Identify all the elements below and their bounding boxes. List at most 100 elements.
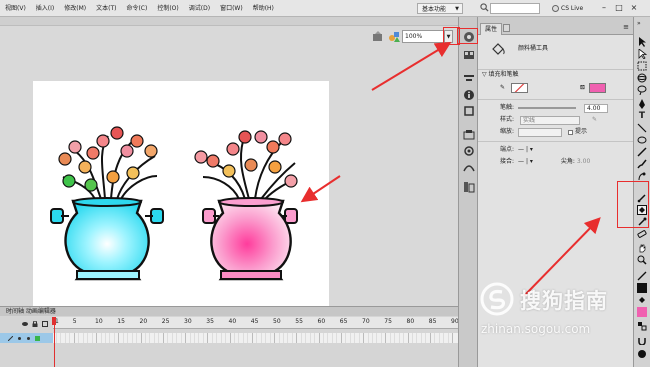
swap-colors-icon[interactable] — [637, 321, 647, 331]
frame-cell[interactable] — [118, 333, 120, 343]
stroke-color-icon[interactable] — [637, 271, 647, 281]
frame-cell[interactable] — [251, 333, 253, 343]
tab-library[interactable] — [503, 24, 510, 32]
cs-live-button[interactable]: CS Live — [552, 3, 583, 14]
frame-cell[interactable] — [452, 333, 454, 343]
search-icon[interactable] — [480, 3, 489, 12]
frame-cell[interactable] — [434, 333, 436, 343]
frame-cell[interactable] — [216, 333, 218, 343]
frame-cell[interactable] — [380, 333, 382, 343]
frame-cell[interactable] — [260, 333, 262, 343]
frame-cell[interactable] — [189, 333, 191, 343]
frame-cell[interactable] — [358, 333, 360, 343]
frame-cell[interactable] — [87, 333, 89, 343]
frame-cell[interactable] — [327, 333, 329, 343]
frame-cell[interactable] — [438, 333, 440, 343]
edit-style-icon[interactable]: ✎ — [592, 115, 597, 125]
stroke-color-swatch[interactable] — [637, 283, 647, 293]
frame-cell[interactable] — [171, 333, 173, 343]
behaviors-icon[interactable] — [463, 145, 475, 157]
frame-cell[interactable] — [207, 333, 209, 343]
collapse-tools-icon[interactable]: » — [637, 20, 641, 27]
menu-item[interactable]: 文本(T) — [91, 0, 121, 17]
frame-cell[interactable] — [265, 333, 267, 343]
frame-cells[interactable] — [56, 333, 458, 343]
miter-value[interactable]: 3.00 — [577, 157, 590, 167]
frame-cell[interactable] — [412, 333, 413, 343]
frame-cell[interactable] — [376, 333, 378, 343]
frame-cell[interactable] — [336, 333, 338, 343]
frame-cell[interactable] — [145, 333, 146, 343]
frame-cell[interactable] — [345, 333, 347, 343]
frame-cell[interactable] — [131, 333, 133, 343]
pen-tool-icon[interactable] — [637, 99, 647, 109]
frame-cell[interactable] — [104, 333, 106, 343]
frame-cell[interactable] — [202, 333, 204, 343]
join-dropdown[interactable]: — | ▾ — [518, 157, 533, 167]
frame-cell[interactable] — [256, 333, 258, 343]
frame-cell[interactable] — [193, 333, 195, 343]
lasso-tool-icon[interactable] — [637, 85, 647, 95]
frame-cell[interactable] — [140, 333, 142, 343]
frame-cell[interactable] — [229, 333, 231, 343]
selection-tool-icon[interactable] — [637, 37, 647, 47]
frame-cell[interactable] — [385, 333, 387, 343]
stroke-width-slider[interactable] — [518, 107, 577, 109]
frame-cell[interactable] — [185, 333, 187, 343]
menu-item[interactable]: 控制(O) — [152, 0, 183, 17]
frame-cell[interactable] — [363, 333, 365, 343]
maximize-button[interactable]: □ — [613, 2, 625, 14]
style-dropdown[interactable]: 实线 — [520, 115, 581, 125]
fill-color-swatch[interactable] — [588, 83, 606, 93]
frame-cell[interactable] — [425, 333, 427, 343]
frame-cell[interactable] — [314, 333, 316, 343]
fill-color-icon[interactable] — [637, 295, 647, 305]
menu-item[interactable]: 插入(I) — [31, 0, 59, 17]
search-input[interactable] — [490, 3, 540, 14]
playhead[interactable] — [52, 317, 56, 367]
frame-cell[interactable] — [82, 333, 84, 343]
paint-bucket-tool-icon[interactable] — [637, 205, 647, 215]
frame-cell[interactable] — [274, 333, 276, 343]
transform-icon[interactable] — [463, 105, 475, 117]
edit-symbol-icon[interactable] — [388, 31, 400, 43]
frame-cell[interactable] — [180, 333, 182, 343]
frame-cell[interactable] — [127, 333, 129, 343]
zoom-dropdown-button[interactable]: ▼ — [444, 30, 453, 43]
frame-cell[interactable] — [389, 333, 391, 343]
frame-cell[interactable] — [96, 333, 98, 343]
frame-cell[interactable] — [100, 333, 102, 343]
frame-cell[interactable] — [69, 333, 71, 343]
frame-cell[interactable] — [354, 333, 356, 343]
rectangle-tool-icon[interactable] — [637, 135, 647, 145]
frame-cell[interactable] — [162, 333, 164, 343]
components-icon[interactable] — [463, 129, 475, 141]
frame-cell[interactable] — [394, 333, 396, 343]
frame-cell[interactable] — [211, 333, 213, 343]
eyedropper-tool-icon[interactable] — [637, 217, 647, 227]
swatches-icon[interactable] — [463, 49, 475, 61]
cap-dropdown[interactable]: — | ▾ — [518, 145, 533, 155]
eraser-tool-icon[interactable] — [637, 229, 647, 239]
frame-cell[interactable] — [238, 333, 240, 343]
frame-cell[interactable] — [198, 333, 200, 343]
workspace-switcher[interactable]: 基本功能 ▼ — [417, 3, 463, 14]
frame-cell[interactable] — [407, 333, 409, 343]
frame-cell[interactable] — [122, 333, 124, 343]
frame-cell[interactable] — [371, 333, 373, 343]
frame-cell[interactable] — [136, 333, 138, 343]
color-icon[interactable] — [463, 31, 475, 43]
menu-item[interactable]: 帮助(H) — [248, 0, 279, 17]
pencil-tool-icon[interactable] — [637, 147, 647, 157]
frame-cell[interactable] — [340, 333, 342, 343]
subselection-tool-icon[interactable] — [637, 49, 647, 59]
frame-cell[interactable] — [78, 333, 80, 343]
zoom-field[interactable]: 100% — [402, 30, 444, 43]
frame-cell[interactable] — [167, 333, 169, 343]
outline-icon[interactable] — [42, 321, 48, 327]
text-tool-icon[interactable]: T — [637, 111, 647, 121]
close-button[interactable]: × — [628, 2, 640, 14]
frame-cell[interactable] — [56, 333, 57, 343]
frame-cell[interactable] — [291, 333, 293, 343]
frame-cell[interactable] — [225, 333, 227, 343]
